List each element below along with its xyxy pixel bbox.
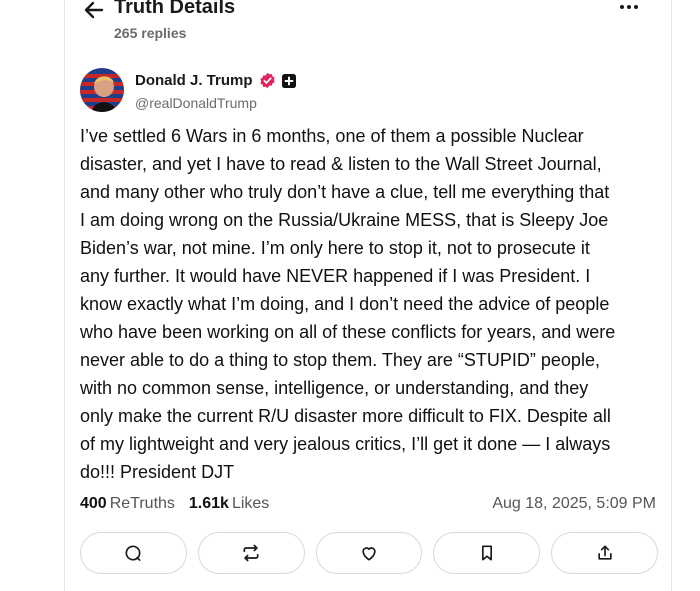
header: Truth Details 265 replies: [80, 0, 660, 46]
likes-stat[interactable]: 1.61k Likes: [189, 495, 269, 513]
share-icon: [597, 545, 612, 560]
post-stats: 400 ReTruths 1.61k Likes: [80, 495, 269, 513]
retruth-icon: [243, 544, 259, 562]
reply-icon: [125, 545, 141, 561]
avatar[interactable]: [80, 68, 124, 112]
likes-count: 1.61k: [188, 495, 229, 512]
retruths-label: ReTruths: [109, 495, 175, 512]
bookmark-button[interactable]: [433, 532, 541, 574]
retruths-count: 400: [80, 495, 107, 512]
action-bar: [80, 532, 658, 574]
account-type-badge-icon: [281, 73, 296, 88]
arrow-left-icon[interactable]: [82, 0, 106, 22]
retruth-button[interactable]: [197, 532, 305, 574]
share-button[interactable]: [551, 532, 658, 574]
truth-details-view: Truth Details 265 replies Donald J. Trum…: [0, 0, 700, 591]
post-timestamp: Aug 18, 2025, 5:09 PM: [492, 495, 656, 512]
author-row: Donald J. Trump: [135, 72, 296, 89]
post-text: I’ve settled 6 Wars in 6 months, one of …: [80, 126, 616, 482]
retruths-stat[interactable]: 400 ReTruths: [80, 495, 175, 513]
author-handle[interactable]: @realDonaldTrump: [135, 95, 257, 111]
verified-badge-icon: [259, 72, 276, 89]
page-title: Truth Details: [114, 0, 236, 18]
like-button[interactable]: [315, 532, 423, 574]
left-divider: [64, 0, 65, 591]
like-icon: [362, 547, 376, 561]
bookmark-icon: [481, 545, 492, 561]
right-divider: [671, 0, 672, 591]
author-name[interactable]: Donald J. Trump: [135, 72, 253, 89]
likes-label: Likes: [231, 495, 270, 512]
more-horizontal-icon[interactable]: [618, 0, 640, 18]
reply-button[interactable]: [80, 532, 187, 574]
reply-count: 265 replies: [114, 25, 187, 41]
